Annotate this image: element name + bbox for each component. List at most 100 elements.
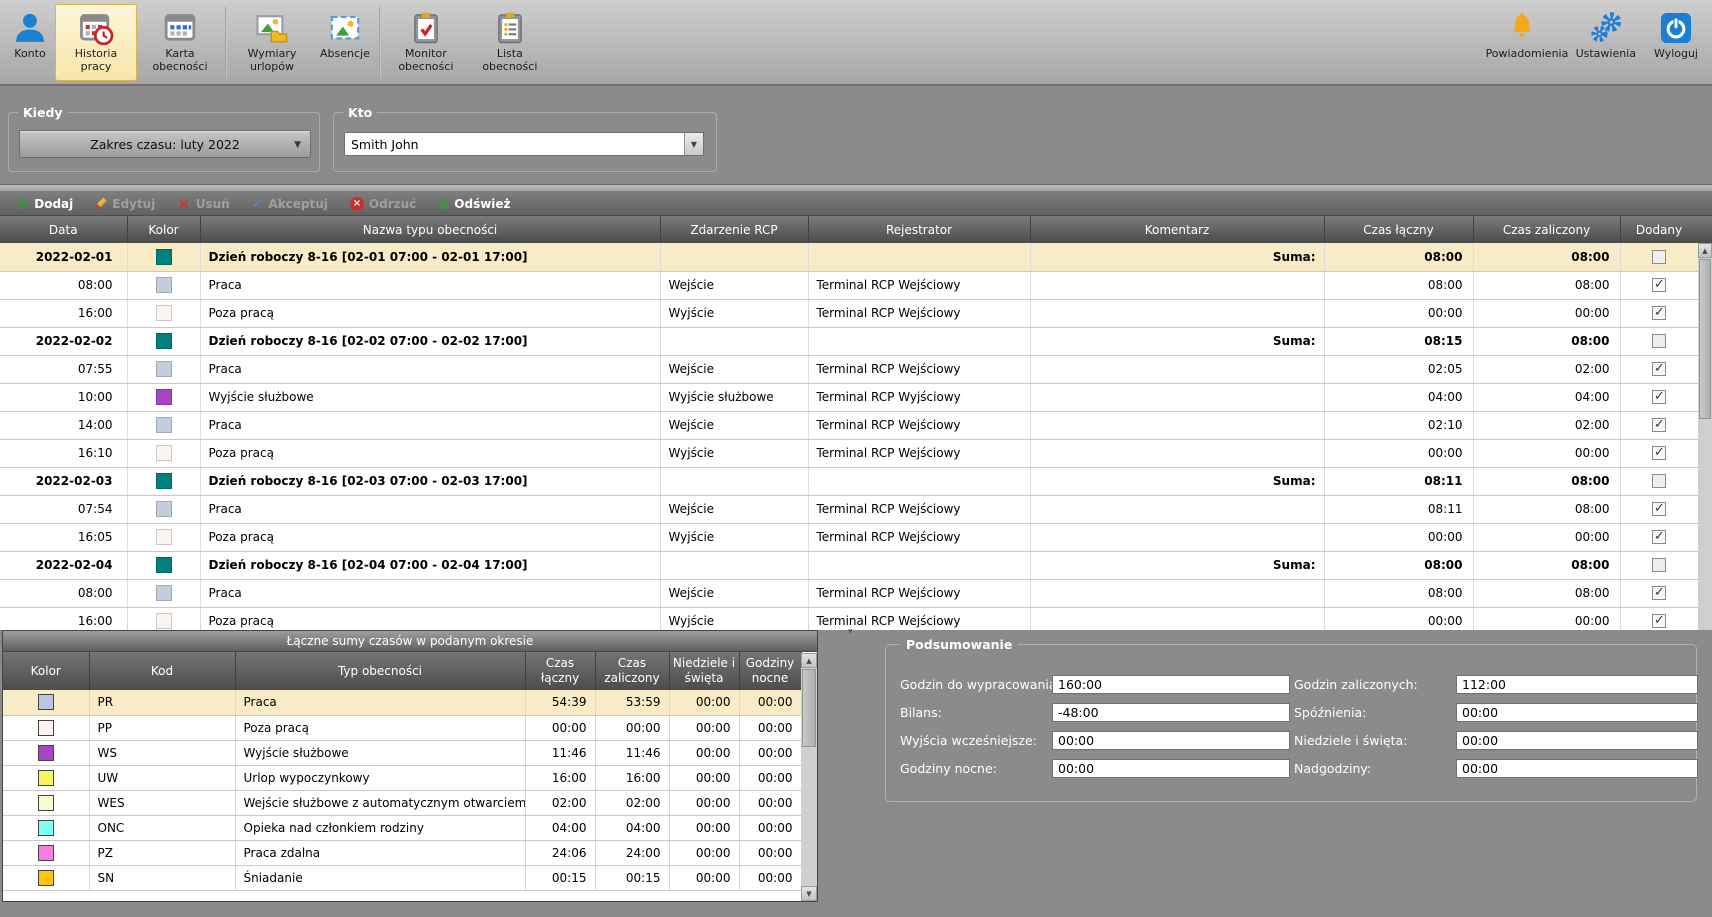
scroll-up-icon[interactable]: ▲: [1698, 243, 1712, 258]
added-checkbox[interactable]: [1652, 362, 1666, 376]
toolbar-item-powiadomienia[interactable]: Powiadomienia: [1481, 4, 1563, 81]
table-row[interactable]: 14:00 Praca Wejście Terminal RCP Wejścio…: [0, 411, 1698, 439]
sum-row[interactable]: WES Wejście służbowe z automatycznym otw…: [3, 790, 801, 815]
toolbar-item-lista-obecnosci[interactable]: Lista obecności: [469, 4, 551, 81]
table-row[interactable]: 07:55 Praca Wejście Terminal RCP Wejścio…: [0, 355, 1698, 383]
table-row[interactable]: 07:54 Praca Wejście Terminal RCP Wejścio…: [0, 495, 1698, 523]
edit-button[interactable]: Edytuj: [86, 193, 164, 215]
added-checkbox[interactable]: [1652, 586, 1666, 600]
scrollbar-track[interactable]: [801, 668, 817, 886]
added-checkbox[interactable]: [1652, 250, 1666, 264]
added-checkbox[interactable]: [1652, 446, 1666, 460]
add-button[interactable]: + Dodaj: [6, 193, 82, 215]
sum-row[interactable]: PP Poza pracą 00:00 00:00 00:00 00:00: [3, 715, 801, 740]
summary-field-input[interactable]: [1052, 703, 1290, 722]
cell-zdarzenie: Wyjście służbowe: [660, 383, 808, 411]
column-header-czas-zaliczony[interactable]: Czas zaliczony: [595, 652, 669, 690]
toolbar-item-historia-pracy[interactable]: Historia pracy: [55, 4, 137, 81]
added-checkbox[interactable]: [1652, 418, 1666, 432]
sum-row[interactable]: ONC Opieka nad członkiem rodziny 04:00 0…: [3, 815, 801, 840]
column-header-niedziele[interactable]: Niedziele i święta: [669, 652, 739, 690]
reject-button[interactable]: × Odrzuć: [341, 193, 425, 215]
summary-field-input[interactable]: [1052, 731, 1290, 750]
added-checkbox[interactable]: [1652, 306, 1666, 320]
cell-kolor: [127, 579, 200, 607]
summary-field-input[interactable]: [1456, 675, 1698, 694]
table-row[interactable]: 10:00 Wyjście służbowe Wyjście służbowe …: [0, 383, 1698, 411]
column-header-kolor[interactable]: Kolor: [127, 216, 200, 243]
summary-field-input[interactable]: [1456, 703, 1698, 722]
added-checkbox[interactable]: [1652, 614, 1666, 628]
column-header-komentarz[interactable]: Komentarz: [1030, 216, 1324, 243]
table-row[interactable]: 2022-02-01 Dzień roboczy 8-16 [02-01 07:…: [0, 243, 1698, 271]
cell-nazwa: Poza pracą: [200, 439, 660, 467]
toolbar-item-wymiary-urlopow[interactable]: Wymiary urlopów: [231, 4, 313, 81]
table-row[interactable]: 16:10 Poza pracą Wyjście Terminal RCP We…: [0, 439, 1698, 467]
cell-czas-laczny: 00:00: [1324, 299, 1473, 327]
summary-field-input[interactable]: [1456, 759, 1698, 778]
column-header-kolor[interactable]: Kolor: [3, 652, 89, 690]
cell-data: 2022-02-01: [0, 243, 127, 271]
column-header-kod[interactable]: Kod: [89, 652, 235, 690]
toolbar-item-konto[interactable]: Konto: [7, 4, 53, 81]
sum-row[interactable]: PZ Praca zdalna 24:06 24:00 00:00 00:00: [3, 840, 801, 865]
toolbar-item-absencje[interactable]: Absencje: [315, 4, 375, 81]
time-range-dropdown[interactable]: Zakres czasu: luty 2022 ▼: [19, 130, 311, 158]
column-header-data[interactable]: Data: [0, 216, 127, 243]
toolbar-item-ustawienia[interactable]: Ustawienia: [1571, 4, 1641, 81]
delete-button[interactable]: × Usuń: [168, 193, 238, 215]
added-checkbox[interactable]: [1652, 502, 1666, 516]
cell-kod: WES: [89, 790, 235, 815]
table-row[interactable]: 08:00 Praca Wejście Terminal RCP Wejścio…: [0, 579, 1698, 607]
scroll-up-icon[interactable]: ▲: [801, 653, 817, 668]
refresh-button[interactable]: Odśwież: [429, 193, 519, 215]
accept-button[interactable]: ✓ Akceptuj: [243, 193, 337, 215]
scroll-down-icon[interactable]: ▼: [801, 886, 817, 901]
scrollbar-thumb[interactable]: [1699, 259, 1711, 419]
sum-row[interactable]: WS Wyjście służbowe 11:46 11:46 00:00 00…: [3, 740, 801, 765]
added-checkbox[interactable]: [1652, 530, 1666, 544]
summary-field-input[interactable]: [1052, 675, 1290, 694]
table-row[interactable]: 16:00 Poza pracą Wyjście Terminal RCP We…: [0, 299, 1698, 327]
horizontal-splitter[interactable]: [0, 184, 1712, 192]
added-checkbox[interactable]: [1652, 390, 1666, 404]
added-checkbox[interactable]: [1652, 474, 1666, 488]
column-header-nazwa[interactable]: Nazwa typu obecności: [200, 216, 660, 243]
sum-row[interactable]: PR Praca 54:39 53:59 00:00 00:00: [3, 690, 801, 715]
table-row[interactable]: 16:05 Poza pracą Wyjście Terminal RCP We…: [0, 523, 1698, 551]
column-header-czas-zaliczony[interactable]: Czas zaliczony: [1473, 216, 1620, 243]
cell-rejestrator: [808, 467, 1030, 495]
added-checkbox[interactable]: [1652, 278, 1666, 292]
column-header-rejestrator[interactable]: Rejestrator: [808, 216, 1030, 243]
employee-input[interactable]: [345, 133, 684, 155]
main-table-scrollbar[interactable]: ▲: [1698, 216, 1712, 630]
column-header-czas-laczny[interactable]: Czas łączny: [1324, 216, 1473, 243]
cell-nocne: 00:00: [739, 740, 801, 765]
table-row[interactable]: 2022-02-04 Dzień roboczy 8-16 [02-04 07:…: [0, 551, 1698, 579]
summary-field-input[interactable]: [1052, 759, 1290, 778]
sum-row[interactable]: SN Śniadanie 00:15 00:15 00:00 00:00: [3, 865, 801, 890]
column-header-czas-laczny[interactable]: Czas łączny: [525, 652, 595, 690]
column-header-typ[interactable]: Typ obecności: [235, 652, 525, 690]
splitter-handle-icon[interactable]: ▾: [848, 627, 853, 637]
toolbar-item-monitor-obecnosci[interactable]: Monitor obecności: [385, 4, 467, 81]
sums-table-scrollbar[interactable]: ▲ ▼: [801, 653, 817, 901]
table-row[interactable]: 2022-02-02 Dzień roboczy 8-16 [02-02 07:…: [0, 327, 1698, 355]
cell-typ: Praca: [235, 690, 525, 715]
scrollbar-thumb[interactable]: [802, 669, 816, 747]
cell-czas-zaliczony: 00:00: [1473, 523, 1620, 551]
column-header-zdarzenie[interactable]: Zdarzenie RCP: [660, 216, 808, 243]
column-header-dodany[interactable]: Dodany: [1620, 216, 1698, 243]
toolbar-item-wyloguj[interactable]: Wyloguj: [1649, 4, 1703, 81]
chevron-down-icon[interactable]: ▼: [684, 133, 703, 155]
added-checkbox[interactable]: [1652, 558, 1666, 572]
table-row[interactable]: 08:00 Praca Wejście Terminal RCP Wejścio…: [0, 271, 1698, 299]
added-checkbox[interactable]: [1652, 334, 1666, 348]
table-row[interactable]: 2022-02-03 Dzień roboczy 8-16 [02-03 07:…: [0, 467, 1698, 495]
cell-data: 08:00: [0, 271, 127, 299]
toolbar-item-karta-obecnosci[interactable]: Karta obecności: [139, 4, 221, 81]
cell-rejestrator: Terminal RCP Wejściowy: [808, 579, 1030, 607]
sum-row[interactable]: UW Urlop wypoczynkowy 16:00 16:00 00:00 …: [3, 765, 801, 790]
column-header-nocne[interactable]: Godziny nocne: [739, 652, 801, 690]
summary-field-input[interactable]: [1456, 731, 1698, 750]
